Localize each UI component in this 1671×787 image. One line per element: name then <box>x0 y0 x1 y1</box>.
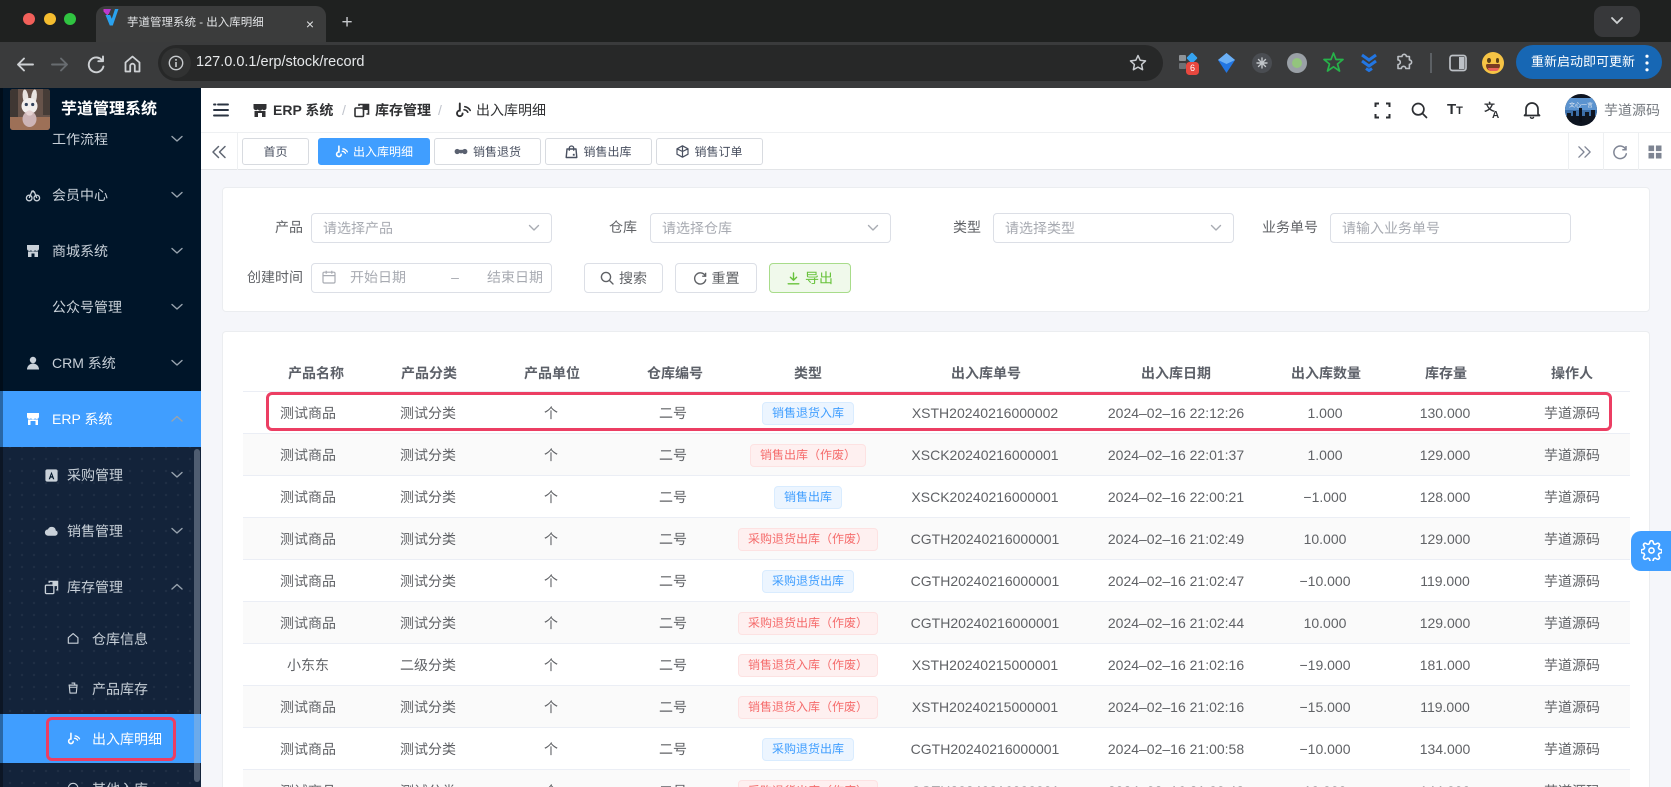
svg-text:A: A <box>1492 110 1499 120</box>
svg-text:文心一言: 文心一言 <box>1569 100 1593 109</box>
